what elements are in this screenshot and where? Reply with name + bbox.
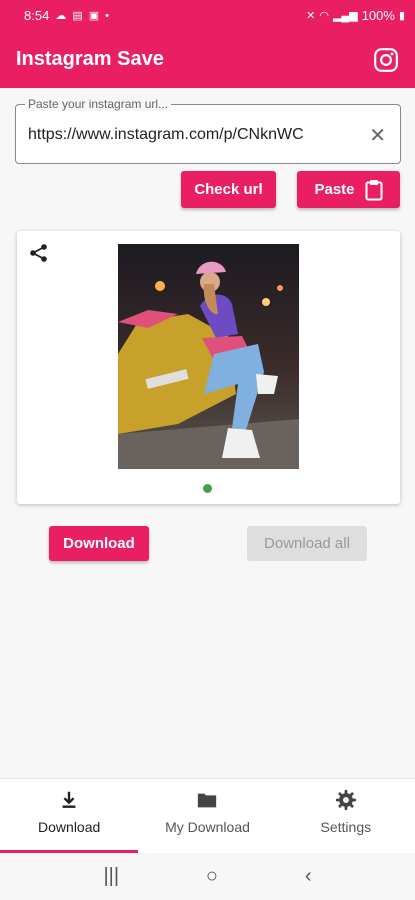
nav-item-my-download[interactable]: My Download bbox=[138, 779, 276, 853]
check-url-button[interactable]: Check url bbox=[181, 171, 276, 208]
check-url-label: Check url bbox=[194, 181, 263, 198]
download-button[interactable]: Download bbox=[49, 526, 149, 561]
post-image[interactable] bbox=[118, 244, 299, 469]
url-input[interactable] bbox=[28, 121, 356, 149]
dot-icon: • bbox=[105, 9, 109, 22]
paste-label: Paste bbox=[314, 181, 355, 198]
paste-button[interactable]: Paste bbox=[297, 171, 400, 208]
gear-icon bbox=[335, 789, 356, 811]
nav-item-download[interactable]: Download bbox=[0, 779, 139, 853]
app-bar: Instagram Save bbox=[0, 31, 415, 88]
download-all-label: Download all bbox=[264, 535, 350, 552]
signal-icon: ▂▄▆ bbox=[332, 10, 358, 22]
nav-label-settings: Settings bbox=[320, 819, 372, 835]
nav-item-settings[interactable]: Settings bbox=[277, 779, 415, 853]
status-time: 8:54 bbox=[24, 8, 50, 23]
home-button[interactable]: ○ bbox=[206, 865, 218, 888]
url-field-label: Paste your instagram url... bbox=[25, 97, 172, 111]
download-all-button: Download all bbox=[247, 526, 367, 561]
clipboard-icon bbox=[365, 179, 383, 200]
status-bar: 8:54 ☁ ▤ ▣ • ✕ ◠ ▂▄▆ 100% ▮ bbox=[0, 0, 415, 31]
nav-label-download: Download bbox=[38, 819, 101, 835]
signal-badge-icon: ▤ bbox=[72, 10, 83, 22]
back-button[interactable]: ‹ bbox=[305, 865, 312, 888]
mute-icon: ✕ bbox=[306, 10, 316, 22]
battery-icon: ▮ bbox=[398, 10, 405, 22]
nav-label-my-download: My Download bbox=[165, 819, 250, 835]
folder-icon bbox=[198, 793, 217, 808]
bottom-navigation: Download My Download Settings bbox=[0, 778, 415, 853]
battery-percent: 100% bbox=[361, 8, 395, 23]
url-field[interactable]: Paste your instagram url... ✕ bbox=[15, 97, 401, 164]
instagram-icon[interactable] bbox=[373, 47, 399, 73]
carousel-indicator-dot bbox=[203, 484, 212, 493]
download-icon bbox=[62, 791, 76, 808]
download-button-label: Download bbox=[63, 535, 135, 552]
app-title: Instagram Save bbox=[16, 48, 164, 70]
recents-button[interactable]: ||| bbox=[103, 865, 119, 888]
image-icon: ▣ bbox=[88, 10, 100, 22]
wifi-icon: ◠ bbox=[319, 10, 329, 22]
close-icon[interactable]: ✕ bbox=[369, 123, 386, 148]
system-navigation-bar: ||| ○ ‹ bbox=[0, 853, 415, 900]
preview-card bbox=[17, 231, 400, 504]
share-icon[interactable] bbox=[29, 243, 49, 263]
cloud-icon: ☁ bbox=[55, 10, 67, 22]
